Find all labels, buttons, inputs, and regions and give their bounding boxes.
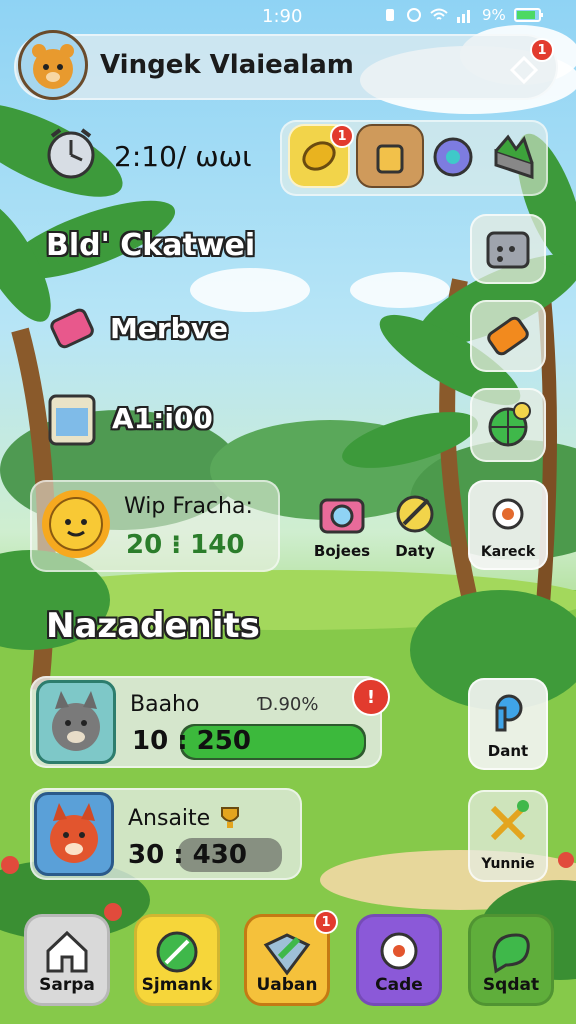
section2-title: Nazadenits xyxy=(46,606,260,646)
clipboard-icon xyxy=(48,394,96,446)
bojees-label: Bojees xyxy=(313,542,371,560)
nav-sjmank[interactable]: Sjmank xyxy=(134,914,220,1006)
vibrate-icon xyxy=(386,9,394,21)
map-icon xyxy=(263,933,311,976)
p-letter-icon xyxy=(495,694,523,732)
player-name: Vingek Vlaiealam xyxy=(100,50,354,80)
alarm-clock-icon xyxy=(47,128,95,179)
status-time: 1:90 xyxy=(262,6,303,27)
card1-alert-badge[interactable]: ! xyxy=(352,678,390,716)
tag-icon xyxy=(50,308,94,349)
crate-icon xyxy=(494,134,534,180)
fox-icon xyxy=(50,803,98,863)
section-title: Bld' Ckatwei xyxy=(46,228,256,263)
shortcut-orb[interactable] xyxy=(428,130,478,184)
scissors-icon xyxy=(490,800,529,841)
ticket-button[interactable] xyxy=(470,300,546,372)
score-label: A1:i00 xyxy=(112,402,213,435)
card1-sub: Ɗ.90% xyxy=(258,694,319,715)
nav-sarpa[interactable]: Sarpa xyxy=(24,914,110,1006)
nav-sqdat[interactable]: Sqdat xyxy=(468,914,554,1006)
globe-icon xyxy=(488,402,531,447)
home-icon xyxy=(46,930,88,973)
nav-sjmank-label: Sjmank xyxy=(141,975,213,995)
wolf-avatar xyxy=(36,680,116,764)
card2-progress-text: 30 : 430 xyxy=(128,840,247,870)
timer-label: 2:10/ ωωι xyxy=(114,140,252,173)
compass-icon xyxy=(156,931,198,973)
nav-uaban-label: Uaban xyxy=(256,975,318,995)
header-badge: 1 xyxy=(530,38,554,62)
nav-sarpa-label: Sarpa xyxy=(39,975,95,995)
bear-avatar-icon xyxy=(32,44,74,89)
brush-icon xyxy=(396,495,434,533)
status-icons: 9% xyxy=(382,6,544,24)
dant-button[interactable]: Dant xyxy=(468,678,548,770)
calendar-button[interactable] xyxy=(470,214,546,284)
shortcut-badge: 1 xyxy=(330,124,354,148)
card2-name: Ansaite xyxy=(128,806,211,831)
kareck-label: Kareck xyxy=(480,544,536,560)
card1-progress-text: 10 : 250 xyxy=(132,726,251,756)
sun-icon xyxy=(36,484,116,564)
calendar-icon xyxy=(486,231,530,269)
menu-icon[interactable] xyxy=(44,300,102,358)
camera-icon xyxy=(319,498,365,534)
player-avatar[interactable] xyxy=(18,30,88,100)
wifi-icon xyxy=(430,8,448,20)
dant-label: Dant xyxy=(487,742,529,760)
sun-mascot-icon xyxy=(42,490,110,558)
orange-ticket-icon xyxy=(487,316,529,356)
nav-cade[interactable]: Cade xyxy=(356,914,442,1006)
bojees-button[interactable]: Bojees xyxy=(304,484,380,568)
signal-icon xyxy=(457,10,470,23)
kareck-button[interactable]: Kareck xyxy=(468,480,548,570)
fox-avatar xyxy=(34,792,114,876)
wip-title: Wip Fracha: xyxy=(124,494,253,519)
clock-icon-button[interactable] xyxy=(42,124,100,182)
globe-button[interactable] xyxy=(470,388,546,462)
shortcut-bag[interactable] xyxy=(356,124,424,188)
card1-name: Baaho xyxy=(130,692,200,717)
daty-button[interactable]: Daty xyxy=(380,484,450,568)
yunnie-label: Yunnie xyxy=(481,856,535,872)
orb-icon xyxy=(433,137,473,177)
battery-icon xyxy=(513,8,543,22)
wolf-icon xyxy=(52,691,100,751)
wip-progress: 20 ⁝ 140 xyxy=(126,530,245,560)
nav-uaban-badge: 1 xyxy=(314,910,338,934)
bag-icon xyxy=(376,144,404,174)
notification-icon xyxy=(407,8,421,22)
shortcut-crate[interactable] xyxy=(484,126,544,188)
nav-cade-label: Cade xyxy=(375,975,423,995)
nav-sqdat-label: Sqdat xyxy=(482,975,540,995)
trophy-icon xyxy=(216,804,244,836)
trophy-icon-svg xyxy=(221,807,239,828)
chat-bubble-icon xyxy=(380,932,418,970)
daty-label: Daty xyxy=(395,542,435,560)
leaf-chat-icon xyxy=(492,933,530,974)
yunnie-button[interactable]: Yunnie xyxy=(468,790,548,882)
score-icon[interactable] xyxy=(44,386,102,450)
target-icon xyxy=(492,498,524,530)
battery-percent: 9% xyxy=(482,6,506,24)
menu-label: Merbve xyxy=(110,312,228,345)
